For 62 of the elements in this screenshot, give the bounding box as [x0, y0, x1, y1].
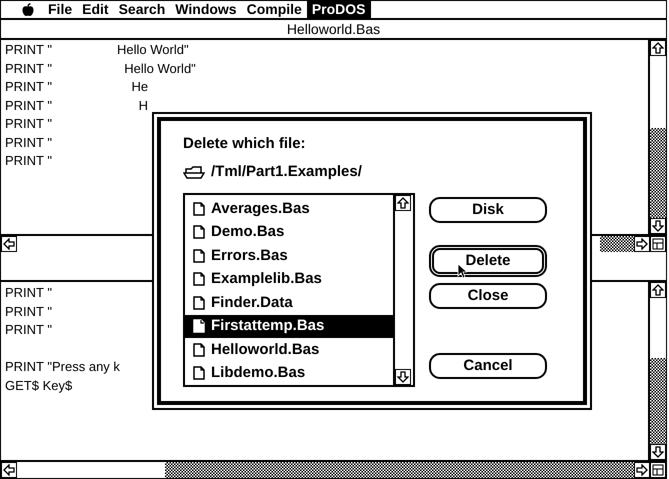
arrow-icon	[3, 238, 15, 250]
code-line: PRINT "Press any k	[5, 358, 120, 376]
list-row[interactable]: Demo.Bas	[185, 220, 393, 244]
pointer-icon	[457, 263, 467, 279]
arrow-icon	[652, 220, 664, 232]
list-row[interactable]: Libdemo.Bas	[185, 362, 393, 385]
grow-box[interactable]	[650, 462, 666, 478]
code-line: PRINT "	[5, 302, 52, 320]
list-row[interactable]: Averages.Bas	[185, 197, 393, 220]
dialog-button[interactable]: Close	[429, 283, 547, 309]
arrow-icon	[652, 446, 664, 458]
arrow-icon	[652, 42, 664, 54]
dialog-prompt: Delete which file:	[183, 134, 307, 154]
document-icon	[193, 225, 205, 240]
code-line: GET$ Key$	[5, 376, 72, 395]
apple-icon[interactable]	[21, 2, 35, 16]
document-icon	[193, 366, 205, 380]
menu-item[interactable]: Windows	[170, 0, 242, 19]
window-title: Helloworld.Bas	[1, 20, 666, 40]
dialog-button[interactable]: Delete	[429, 245, 547, 277]
document-icon	[193, 319, 205, 334]
arrow-icon	[652, 284, 664, 296]
code-line: PRINT " He	[5, 78, 148, 96]
dialog-button[interactable]: Cancel	[429, 353, 547, 379]
menu-item[interactable]: Compile	[242, 0, 307, 19]
list-row[interactable]: Firstattemp.Bas	[185, 314, 393, 338]
code-line: PRINT "	[5, 321, 52, 339]
arrow-icon	[397, 371, 409, 383]
resize-icon	[652, 464, 664, 476]
document-icon	[193, 202, 205, 216]
menu-item[interactable]: Search	[114, 0, 170, 19]
arrow-icon	[397, 197, 409, 209]
horizontal-scrollbar[interactable]	[1, 460, 666, 478]
menu-item[interactable]: Edit	[77, 0, 114, 19]
folder-icon	[183, 165, 205, 179]
document-icon	[193, 342, 205, 357]
arrow-icon	[636, 238, 648, 250]
code-line: PRINT " Hello World"	[5, 60, 196, 78]
vertical-scrollbar[interactable]	[648, 40, 666, 234]
document-icon	[193, 272, 205, 286]
list-row[interactable]: Errors.Bas	[185, 244, 393, 268]
grow-box[interactable]	[650, 236, 666, 252]
code-line: PRINT "	[5, 152, 52, 170]
code-line: PRINT "	[5, 115, 52, 133]
menu-item[interactable]: File	[43, 0, 78, 19]
resize-icon	[652, 238, 664, 250]
arrow-icon	[3, 464, 15, 476]
vertical-scrollbar[interactable]	[393, 195, 413, 385]
dialog-button[interactable]: Disk	[429, 197, 547, 223]
folder-path: /Tml/Part1.Examples/	[211, 162, 362, 182]
document-icon	[193, 296, 205, 310]
list-row[interactable]: Helloworld.Bas	[185, 338, 393, 362]
arrow-icon	[636, 464, 648, 476]
menu-item[interactable]: ProDOS	[306, 0, 371, 19]
code-line: PRINT "	[5, 284, 52, 302]
code-line: PRINT " Hello World"	[5, 41, 189, 59]
vertical-scrollbar[interactable]	[648, 282, 666, 460]
code-line: PRINT "	[5, 134, 52, 152]
code-line: PRINT " H	[5, 96, 148, 114]
document-icon	[193, 248, 205, 263]
list-row[interactable]: Finder.Data	[185, 291, 393, 314]
list-row[interactable]: Examplelib.Bas	[185, 268, 393, 291]
